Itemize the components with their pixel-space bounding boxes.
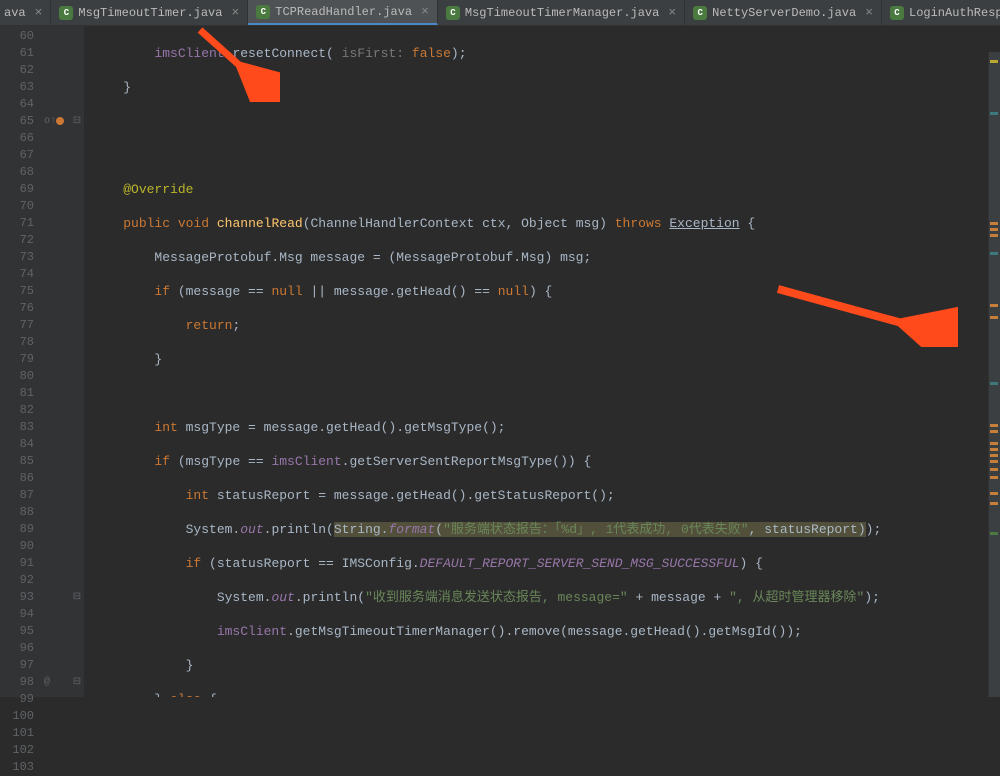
close-icon[interactable]: × [421, 4, 429, 19]
line-number: 102 [4, 742, 34, 759]
tab-label: MsgTimeoutTimerManager.java [465, 6, 659, 20]
tab-partial-left[interactable]: ava × [0, 0, 51, 25]
line-number: 70 [4, 198, 34, 215]
fold-toggle-icon[interactable]: ⊟ [70, 113, 84, 130]
line-number: 78 [4, 334, 34, 351]
gutter-marker-icon[interactable] [56, 117, 64, 125]
close-icon[interactable]: × [668, 5, 676, 20]
gutter-icons: o↑ @ [42, 26, 70, 697]
close-icon[interactable]: × [35, 5, 43, 20]
line-number: 96 [4, 640, 34, 657]
fold-toggle-icon[interactable]: ⊟ [70, 589, 84, 606]
fold-gutter: ⊟ ⊟ ⊟ [70, 26, 84, 697]
line-number: 85 [4, 453, 34, 470]
line-number: 94 [4, 606, 34, 623]
line-number: 93 [4, 589, 34, 606]
line-number: 99 [4, 691, 34, 708]
tab-tcpreadhandler[interactable]: C TCPReadHandler.java × [248, 0, 438, 25]
line-number: 84 [4, 436, 34, 453]
java-class-icon: C [446, 6, 460, 20]
line-number: 81 [4, 385, 34, 402]
line-number: 66 [4, 130, 34, 147]
error-stripe[interactable] [988, 52, 1000, 697]
line-number: 71 [4, 215, 34, 232]
line-number: 100 [4, 708, 34, 725]
tab-label: MsgTimeoutTimer.java [78, 6, 222, 20]
tab-label: LoginAuthRespHandler.java [909, 6, 1000, 20]
line-number: 72 [4, 232, 34, 249]
line-number: 67 [4, 147, 34, 164]
java-class-icon: C [256, 5, 270, 19]
tab-loginauthresphandler[interactable]: C LoginAuthRespHandler.java × [882, 0, 1000, 25]
editor-area: 6061626364656667686970717273747576777879… [0, 26, 1000, 697]
code-editor[interactable]: imsClient.resetConnect( isFirst: false);… [84, 26, 1000, 697]
line-number: 89 [4, 521, 34, 538]
line-number: 86 [4, 470, 34, 487]
tab-nettyserverdemo[interactable]: C NettyServerDemo.java × [685, 0, 882, 25]
line-number: 97 [4, 657, 34, 674]
java-class-icon: C [890, 6, 904, 20]
tab-label: TCPReadHandler.java [275, 5, 412, 19]
line-number: 101 [4, 725, 34, 742]
line-number: 60 [4, 28, 34, 45]
line-number: 69 [4, 181, 34, 198]
line-number: 95 [4, 623, 34, 640]
at-icon[interactable]: @ [44, 674, 50, 691]
line-number: 87 [4, 487, 34, 504]
close-icon[interactable]: × [865, 5, 873, 20]
line-number: 74 [4, 266, 34, 283]
java-class-icon: C [693, 6, 707, 20]
override-icon[interactable]: o↑ [44, 113, 56, 130]
line-number: 92 [4, 572, 34, 589]
tab-msgtimeouttimer[interactable]: C MsgTimeoutTimer.java × [51, 0, 248, 25]
tab-bar: ava × C MsgTimeoutTimer.java × C TCPRead… [0, 0, 1000, 26]
java-class-icon: C [59, 6, 73, 20]
line-number: 98 [4, 674, 34, 691]
line-number: 62 [4, 62, 34, 79]
line-number: 64 [4, 96, 34, 113]
line-number: 77 [4, 317, 34, 334]
line-number: 68 [4, 164, 34, 181]
line-number: 90 [4, 538, 34, 555]
tab-label: ava [4, 6, 26, 20]
line-number: 61 [4, 45, 34, 62]
fold-toggle-icon[interactable]: ⊟ [70, 674, 84, 691]
line-number: 103 [4, 759, 34, 776]
tab-msgtimeouttimermanager[interactable]: C MsgTimeoutTimerManager.java × [438, 0, 685, 25]
line-number: 65 [4, 113, 34, 130]
line-number: 91 [4, 555, 34, 572]
line-number: 80 [4, 368, 34, 385]
line-number: 83 [4, 419, 34, 436]
line-number: 73 [4, 249, 34, 266]
line-number: 76 [4, 300, 34, 317]
line-number: 88 [4, 504, 34, 521]
tab-label: NettyServerDemo.java [712, 6, 856, 20]
line-number: 75 [4, 283, 34, 300]
line-number: 82 [4, 402, 34, 419]
close-icon[interactable]: × [231, 5, 239, 20]
line-number: 79 [4, 351, 34, 368]
line-number-gutter: 6061626364656667686970717273747576777879… [0, 26, 42, 697]
line-number: 63 [4, 79, 34, 96]
